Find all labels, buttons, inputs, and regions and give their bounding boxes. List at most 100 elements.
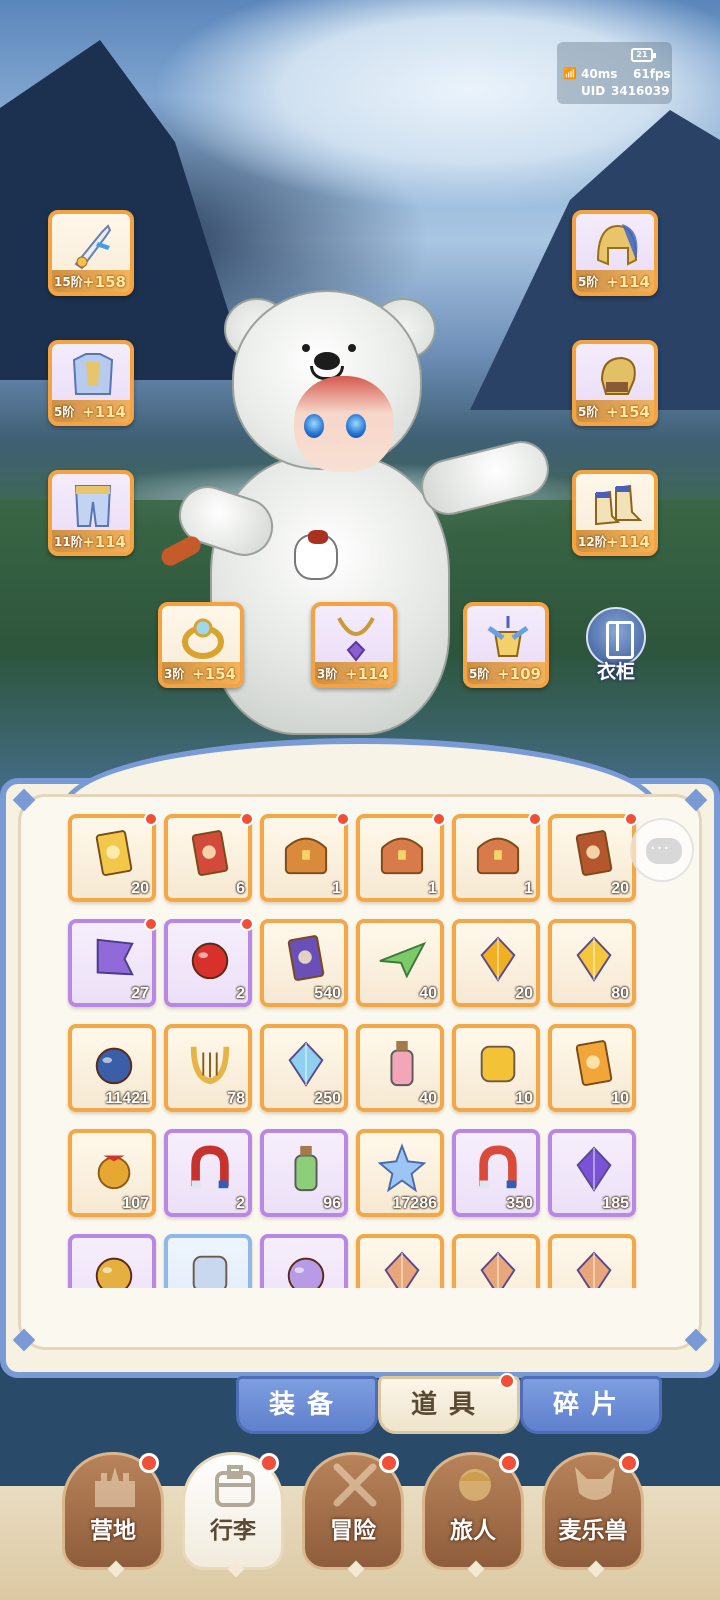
equip-slot-helmet[interactable]: 5阶 +114 [572, 210, 658, 296]
inventory-grid[interactable]: 20 6 1 1 1 20 27 2 540 40 20 80 11421 78… [66, 812, 660, 1288]
notification-dot [499, 1453, 519, 1473]
potion-bottle-icon [282, 1143, 330, 1195]
bear-right-arm [415, 435, 555, 521]
inventory-slot[interactable] [164, 1234, 252, 1288]
inventory-slot[interactable]: 17286 [356, 1129, 444, 1217]
inventory-slot[interactable]: 40 [356, 919, 444, 1007]
item-count: 250 [314, 1090, 341, 1107]
chat-button[interactable] [630, 818, 694, 882]
purple-gem-icon [570, 1143, 618, 1195]
equip-tier: 11阶 [54, 535, 83, 549]
wifi-icon: 📶 [563, 67, 577, 80]
equip-bonus: +154 [192, 665, 236, 683]
inventory-slot[interactable]: 1 [356, 812, 446, 902]
sword-icon [74, 224, 112, 270]
equip-bonus: +114 [82, 403, 126, 421]
tab-fragments[interactable]: 碎片 [520, 1376, 662, 1434]
item-count: 78 [227, 1090, 245, 1107]
leg-armor-icon [74, 485, 112, 527]
equip-slot-chest[interactable]: 5阶 +114 [48, 340, 134, 426]
equip-tier: 5阶 [578, 405, 599, 419]
gauntlet-icon [600, 356, 636, 395]
equip-slot-charm[interactable]: 5阶 +109 [463, 602, 549, 688]
equip-slot-ring[interactable]: 3阶 +154 [158, 602, 244, 688]
item-count: 1 [332, 880, 341, 897]
purple-orb-icon [282, 1248, 330, 1288]
inventory-slot[interactable] [68, 1234, 156, 1288]
inventory-slot[interactable] [260, 1234, 348, 1288]
inventory-slot[interactable]: 6 [164, 812, 254, 902]
inventory-slot[interactable]: 20 [452, 919, 540, 1007]
equip-slot-legs[interactable]: 11阶 +114 [48, 470, 134, 556]
status-hud: 21 📶 40ms 61fps UID 3416039 [557, 42, 672, 104]
inventory-slot[interactable]: 1 [452, 812, 542, 902]
nav-adventure-label: 冒险 [330, 1518, 376, 1544]
tab-items[interactable]: 道具 [378, 1373, 520, 1434]
equip-slot-boots[interactable]: 12阶 +114 [572, 470, 658, 556]
tab-fragments-label: 碎片 [552, 1390, 629, 1420]
inventory-slot[interactable]: 96 [260, 1129, 348, 1217]
inventory-slot[interactable]: 20 [548, 812, 638, 902]
bear-eye [302, 344, 310, 352]
inventory-slot[interactable]: 40 [356, 1024, 444, 1112]
inventory-slot[interactable] [452, 1234, 540, 1288]
notification-dot [139, 1453, 159, 1473]
notification-dot [528, 812, 542, 826]
equip-slot-gloves[interactable]: 5阶 +154 [572, 340, 658, 426]
inventory-slot[interactable]: 1 [260, 812, 350, 902]
blue-star-icon [377, 1143, 427, 1195]
nav-adventure[interactable]: 冒险 [302, 1452, 404, 1578]
apple-icon [186, 933, 234, 985]
inventory-slot[interactable]: 350 [452, 1129, 540, 1217]
chat-bubble-icon [646, 838, 682, 864]
item-count: 27 [131, 985, 149, 1002]
item-count: 1 [428, 880, 437, 897]
equip-tier: 5阶 [578, 275, 599, 289]
nav-camp[interactable]: 营地 [62, 1452, 164, 1578]
inventory-slot[interactable]: 20 [68, 812, 158, 902]
equip-slot-necklace[interactable]: 3阶 +114 [311, 602, 397, 688]
inventory-slot[interactable]: 78 [164, 1024, 252, 1112]
inventory-slot[interactable]: 250 [260, 1024, 348, 1112]
inventory-slot[interactable]: 2 [164, 917, 254, 1007]
notification-dot [499, 1373, 515, 1389]
uid-label: UID [581, 84, 606, 98]
equip-tier: 3阶 [317, 667, 338, 681]
item-count: 17286 [392, 1195, 438, 1212]
equip-tier: 3阶 [164, 667, 185, 681]
inventory-slot[interactable]: 11421 [68, 1024, 156, 1112]
inventory-slot[interactable]: 107 [68, 1129, 156, 1217]
wardrobe-button[interactable]: 衣柜 [580, 607, 652, 683]
inventory-slot[interactable]: 10 [452, 1024, 540, 1112]
castle-icon [95, 1467, 135, 1507]
inventory-slot[interactable]: 27 [68, 917, 158, 1007]
notification-dot [336, 812, 350, 826]
inventory-slot[interactable]: 10 [548, 1024, 636, 1112]
equip-bonus: +158 [82, 273, 126, 291]
shard-icon [474, 1248, 522, 1288]
inventory-slot[interactable]: 80 [548, 919, 636, 1007]
inventory-slot[interactable]: 2 [164, 1129, 252, 1217]
inventory-slot[interactable]: 540 [260, 919, 348, 1007]
tab-items-label: 道具 [410, 1390, 487, 1420]
nav-traveler[interactable]: 旅人 [422, 1452, 524, 1578]
lyre-icon [186, 1038, 234, 1090]
equip-slot-weapon[interactable]: 15阶 +158 [48, 210, 134, 296]
tab-equipment[interactable]: 装备 [236, 1376, 378, 1434]
uid-value: 3416039 [611, 84, 670, 98]
ping-value: 40ms [581, 67, 618, 81]
nav-camp-label: 营地 [90, 1518, 136, 1544]
purple-flag-icon [90, 933, 138, 985]
boots-icon [595, 484, 642, 526]
inventory-slot[interactable] [356, 1234, 444, 1288]
shard-icon [378, 1248, 426, 1288]
cat-orb-icon [90, 1038, 138, 1090]
ring-icon [182, 618, 224, 659]
inventory-slot[interactable]: 185 [548, 1129, 636, 1217]
item-count: 185 [602, 1195, 629, 1212]
paint-tube-icon [378, 1038, 426, 1090]
inventory-slot[interactable] [548, 1234, 636, 1288]
nav-beast[interactable]: 麦乐兽 [542, 1452, 644, 1578]
nav-luggage[interactable]: 行李 [182, 1452, 284, 1578]
item-count: 80 [611, 985, 629, 1002]
